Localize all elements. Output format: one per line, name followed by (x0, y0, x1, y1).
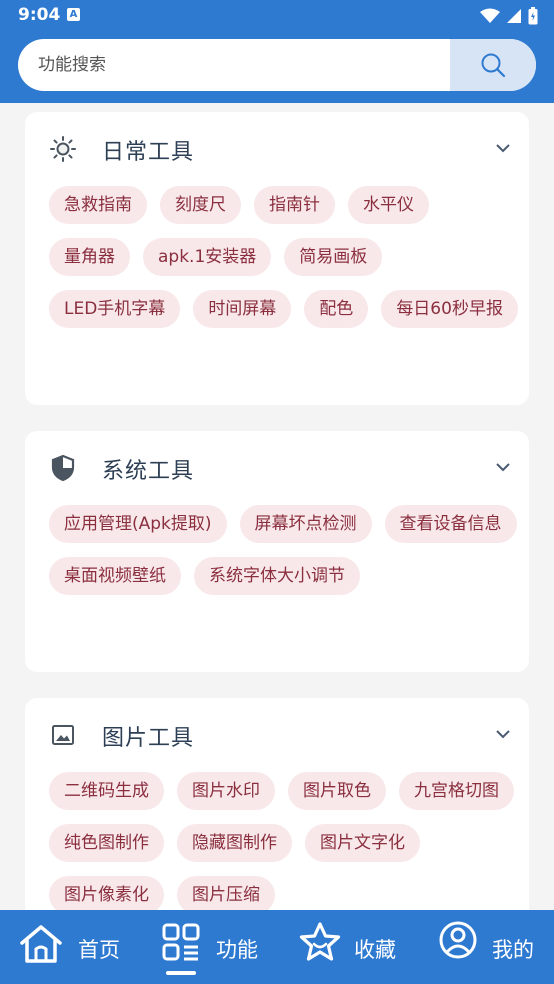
image-icon (49, 721, 77, 749)
tool-list: 二维码生成 图片水印 图片取色 九宫格切图 纯色图制作 隐藏图制作 图片文字化 … (49, 772, 519, 910)
wifi-icon (480, 8, 501, 23)
chevron-down-icon[interactable] (495, 140, 511, 156)
nav-home[interactable]: 首页 (18, 910, 128, 984)
section-header[interactable]: 系统工具 (25, 431, 529, 503)
tool-chip[interactable]: 图片压缩 (177, 876, 275, 910)
tool-chip[interactable]: 隐藏图制作 (177, 824, 292, 862)
tool-chip[interactable]: 纯色图制作 (49, 824, 164, 862)
app-header: 9:04 A (0, 0, 554, 103)
tool-chip[interactable]: 屏幕坏点检测 (239, 505, 372, 543)
tool-chip[interactable]: LED手机字幕 (49, 290, 181, 328)
section-title: 系统工具 (102, 459, 195, 484)
section-title: 日常工具 (102, 140, 195, 165)
tool-chip[interactable]: 水平仪 (348, 186, 429, 224)
grid-icon (162, 923, 200, 961)
tool-chip[interactable]: 刻度尺 (160, 186, 241, 224)
section-card-daily-tools: 日常工具 急救指南 刻度尺 指南针 水平仪 量角器 apk.1安装器 简易画板 … (25, 112, 529, 405)
tool-chip[interactable]: 九宫格切图 (399, 772, 514, 810)
content-scroll[interactable]: 日常工具 急救指南 刻度尺 指南针 水平仪 量角器 apk.1安装器 简易画板 … (0, 103, 554, 910)
nav-label: 功能 (216, 938, 258, 962)
tool-chip[interactable]: 图片文字化 (305, 824, 420, 862)
section-card-system-tools: 系统工具 应用管理(Apk提取) 屏幕坏点检测 查看设备信息 桌面视频壁纸 系统… (25, 431, 529, 672)
home-icon (20, 925, 62, 963)
shield-icon (49, 454, 77, 482)
status-time: 9:04 (18, 5, 61, 25)
nav-label: 首页 (78, 938, 120, 962)
tool-chip[interactable]: 每日60秒早报 (381, 290, 518, 328)
chevron-down-icon[interactable] (495, 726, 511, 742)
search-bar (18, 39, 536, 91)
nav-profile[interactable]: 我的 (438, 910, 538, 984)
chevron-down-icon[interactable] (495, 459, 511, 475)
tool-chip[interactable]: 桌面视频壁纸 (49, 557, 181, 595)
user-icon (439, 921, 477, 959)
search-icon (481, 53, 506, 78)
sun-icon (49, 135, 77, 163)
signal-icon (507, 9, 522, 23)
nav-favorites[interactable]: 收藏 (298, 910, 408, 984)
search-input[interactable] (18, 39, 450, 91)
tool-list: 应用管理(Apk提取) 屏幕坏点检测 查看设备信息 桌面视频壁纸 系统字体大小调… (49, 505, 519, 595)
nav-label: 我的 (492, 938, 534, 962)
tool-list: 急救指南 刻度尺 指南针 水平仪 量角器 apk.1安装器 简易画板 LED手机… (49, 186, 519, 328)
section-header[interactable]: 日常工具 (25, 112, 529, 184)
tool-chip[interactable]: 急救指南 (49, 186, 147, 224)
tool-chip[interactable]: apk.1安装器 (143, 238, 272, 276)
tool-chip[interactable]: 查看设备信息 (384, 505, 517, 543)
notification-icon: A (67, 8, 80, 21)
star-icon (299, 922, 341, 961)
tool-chip[interactable]: 图片水印 (177, 772, 275, 810)
section-title: 图片工具 (102, 726, 195, 751)
status-icons (480, 6, 538, 25)
nav-label: 收藏 (354, 938, 396, 962)
section-card-image-tools: 图片工具 二维码生成 图片水印 图片取色 九宫格切图 纯色图制作 隐藏图制作 图… (25, 698, 529, 910)
tool-chip[interactable]: 二维码生成 (49, 772, 164, 810)
bottom-navigation: 首页 功能 收藏 我的 (0, 910, 554, 984)
tool-chip[interactable]: 量角器 (49, 238, 130, 276)
tool-chip[interactable]: 系统字体大小调节 (194, 557, 360, 595)
status-bar: 9:04 A (0, 0, 554, 30)
active-indicator (166, 971, 196, 975)
tool-chip[interactable]: 图片取色 (288, 772, 386, 810)
tool-chip[interactable]: 应用管理(Apk提取) (49, 505, 227, 543)
section-header[interactable]: 图片工具 (25, 698, 529, 770)
tool-chip[interactable]: 时间屏幕 (193, 290, 292, 328)
tool-chip[interactable]: 配色 (304, 290, 369, 328)
battery-icon (528, 7, 538, 25)
tool-chip[interactable]: 图片像素化 (49, 876, 164, 910)
tool-chip[interactable]: 简易画板 (284, 238, 383, 276)
search-button[interactable] (450, 39, 536, 91)
tool-chip[interactable]: 指南针 (254, 186, 335, 224)
